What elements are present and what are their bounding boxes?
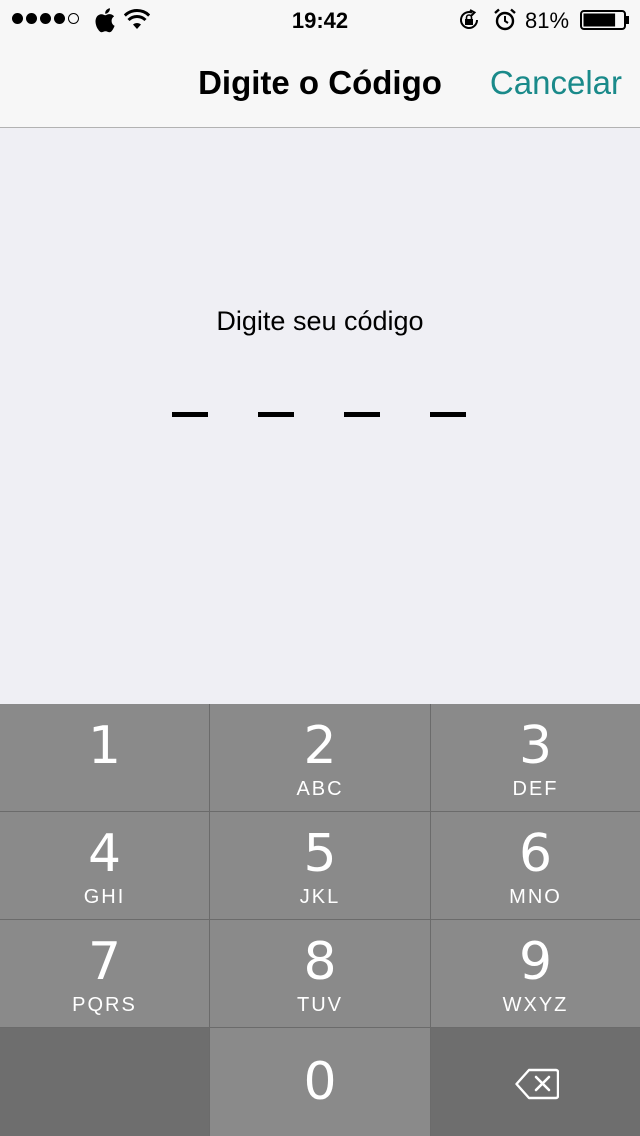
key-digit: 7 — [87, 932, 122, 992]
key-letters: MNO — [509, 886, 562, 908]
status-bar: 19:42 81% — [0, 0, 640, 40]
key-4[interactable]: 4 GHI — [0, 812, 209, 919]
key-9[interactable]: 9 WXYZ — [431, 920, 640, 1027]
battery-icon — [580, 10, 629, 30]
key-5[interactable]: 5 JKL — [210, 812, 430, 919]
key-letters: PQRS — [72, 994, 137, 1016]
key-letters: WXYZ — [502, 994, 569, 1016]
code-digit-slot — [430, 412, 466, 417]
backspace-icon — [515, 1068, 559, 1100]
key-8[interactable]: 8 TUV — [210, 920, 430, 1027]
code-digit-slot — [344, 412, 380, 417]
key-letters: TUV — [297, 994, 343, 1016]
rotation-lock-icon — [460, 9, 478, 29]
key-digit: 4 — [87, 824, 122, 884]
code-digit-slot — [258, 412, 294, 417]
code-digit-slot — [172, 412, 208, 417]
key-blank — [0, 1028, 209, 1136]
key-digit: 2 — [303, 716, 337, 776]
key-6[interactable]: 6 MNO — [431, 812, 640, 919]
code-input[interactable] — [172, 412, 468, 418]
battery-percentage: 81% — [525, 8, 570, 33]
key-letters: GHI — [83, 886, 126, 908]
key-digit: 6 — [518, 824, 553, 884]
code-prompt: Digite seu código — [216, 306, 424, 336]
key-digit: 9 — [518, 932, 553, 992]
key-digit: 5 — [303, 824, 337, 884]
alarm-icon — [494, 8, 516, 31]
key-2[interactable]: 2 ABC — [210, 704, 430, 811]
key-letters: JKL — [299, 886, 341, 908]
key-letters: ABC — [296, 778, 344, 800]
key-0[interactable]: 0 — [210, 1028, 430, 1136]
cancel-button[interactable]: Cancelar — [490, 64, 622, 102]
key-digit: 1 — [87, 716, 122, 776]
key-digit: 0 — [303, 1052, 337, 1112]
delete-button[interactable] — [431, 1028, 640, 1136]
navigation-bar: Digite o Código Cancelar — [0, 40, 640, 128]
key-7[interactable]: 7 PQRS — [0, 920, 209, 1027]
numeric-keypad: 1 2 ABC 3 DEF 4 GHI 5 JKL 6 MNO 7 PQRS 8… — [0, 704, 640, 1136]
key-1[interactable]: 1 — [0, 704, 209, 811]
key-digit: 3 — [518, 716, 553, 776]
key-digit: 8 — [303, 932, 337, 992]
key-3[interactable]: 3 DEF — [431, 704, 640, 811]
key-letters: DEF — [512, 778, 559, 800]
